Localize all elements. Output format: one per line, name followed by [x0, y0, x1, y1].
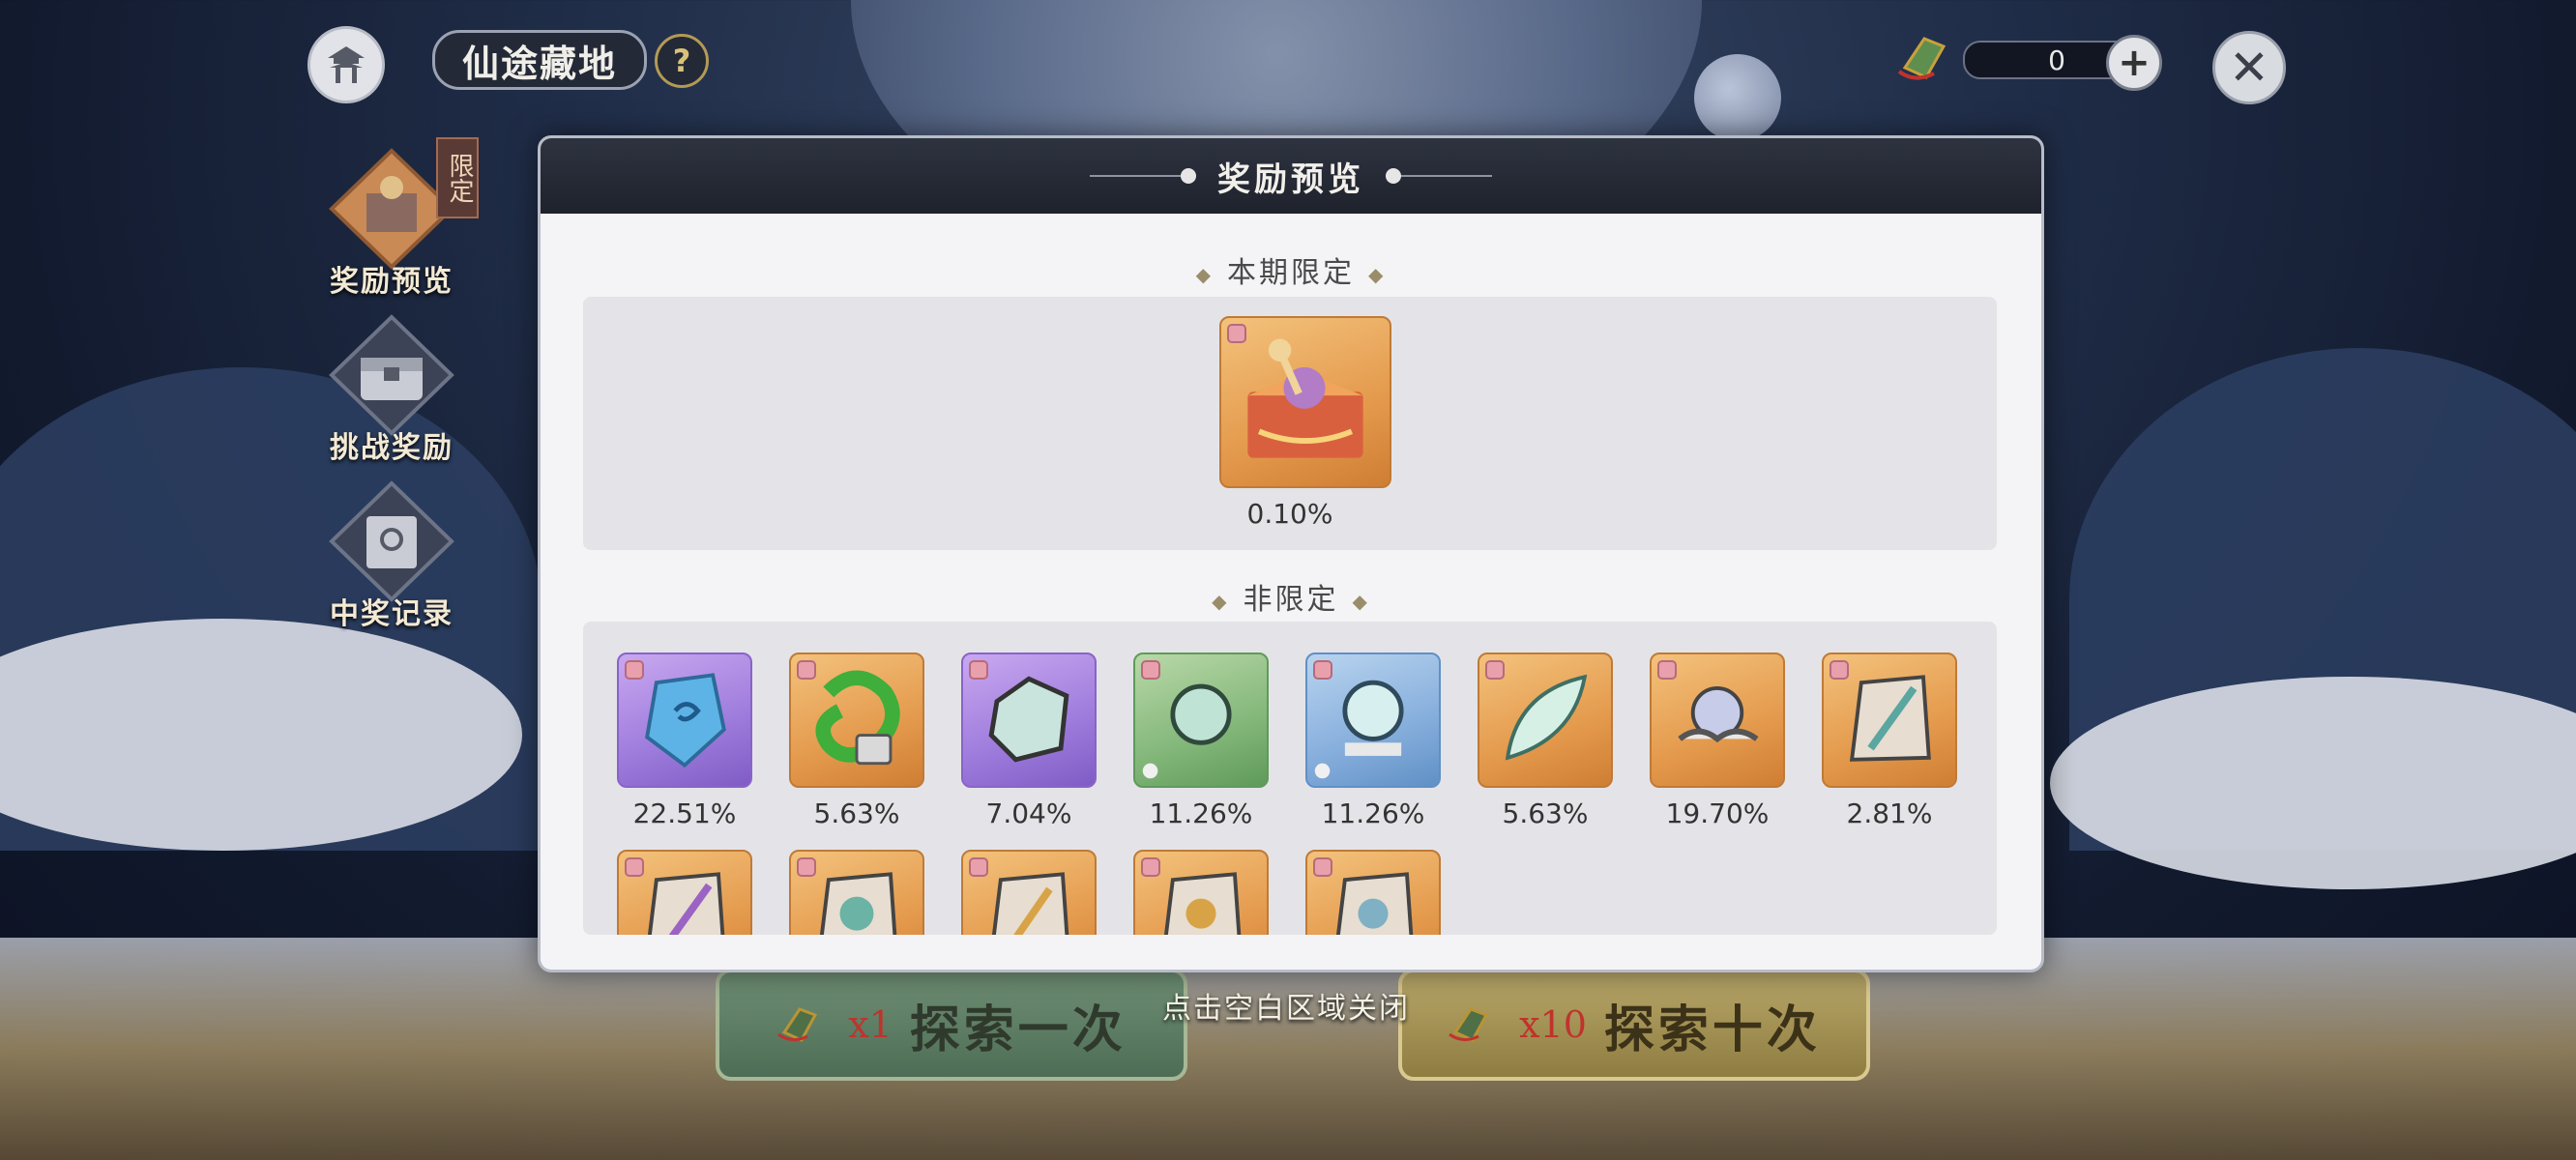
item-card — [617, 652, 752, 788]
reward-item[interactable] — [786, 850, 927, 935]
diamond-icon: ◆ — [1368, 262, 1387, 286]
spirit-stone-icon — [645, 673, 726, 768]
item-card — [1305, 850, 1441, 935]
chest-icon — [324, 311, 459, 437]
item-percent: 5.63% — [1502, 798, 1589, 829]
item-card — [1133, 652, 1269, 788]
sidebar-item-win-history[interactable]: 中奖记录 — [309, 478, 474, 632]
item-percent: 11.26% — [1321, 798, 1425, 829]
reward-item[interactable]: 22.51% — [614, 652, 755, 829]
jade-token-icon — [1897, 37, 1947, 80]
staff-fragment-icon — [647, 872, 725, 935]
limited-panel: 0.10% — [583, 297, 1997, 550]
blade-fragment-icon — [991, 872, 1069, 935]
item-card — [1133, 850, 1269, 935]
reward-item[interactable]: 2.81% — [1819, 652, 1960, 829]
reward-item[interactable]: 5.63% — [786, 652, 927, 829]
reward-item[interactable] — [958, 850, 1099, 935]
item-percent: 11.26% — [1149, 798, 1253, 829]
item-card — [961, 850, 1097, 935]
weapon-fragment-icon — [1849, 675, 1931, 762]
cloud-pearl-icon — [1678, 686, 1759, 743]
explore-once-button[interactable]: x1 探索一次 — [716, 969, 1187, 1081]
item-card — [617, 850, 752, 935]
jade-stone-icon — [988, 676, 1069, 763]
dragon-lock-icon — [815, 670, 900, 766]
item-card — [1650, 652, 1785, 788]
normal-section-label: 非限定 — [1243, 583, 1339, 617]
reward-item[interactable]: 11.26% — [1303, 652, 1444, 829]
reward-item[interactable] — [1130, 850, 1272, 935]
item-card — [789, 652, 924, 788]
item-card — [1822, 652, 1957, 788]
limited-tag: 限定 — [436, 137, 479, 218]
limited-section-title: ◆ 本期限定 ◆ — [541, 248, 2041, 291]
background-orb — [1694, 54, 1781, 141]
feather-icon — [1505, 674, 1588, 761]
item-percent: 22.51% — [632, 798, 737, 829]
treasure-box-icon — [1247, 338, 1363, 458]
item-percent: 5.63% — [813, 798, 900, 829]
diamond-icon: ◆ — [1195, 262, 1214, 286]
reward-item[interactable] — [1303, 850, 1444, 935]
explore-ten-button[interactable]: x10 探索十次 — [1398, 969, 1870, 1081]
item-percent: 2.81% — [1846, 798, 1933, 829]
modal-title: 奖励预览 — [1217, 160, 1364, 199]
reward-item[interactable] — [614, 850, 755, 935]
crystal-orb-icon — [1314, 680, 1404, 779]
item-card — [789, 850, 924, 935]
jade-token-icon — [1449, 1007, 1489, 1042]
item-card — [1478, 652, 1613, 788]
add-currency-button[interactable]: + — [2106, 35, 2162, 91]
relic-fragment-icon — [1163, 872, 1242, 935]
reward-item[interactable]: 5.63% — [1475, 652, 1616, 829]
reward-item[interactable]: 11.26% — [1130, 652, 1272, 829]
normal-section-title: ◆ 非限定 ◆ — [541, 575, 2041, 618]
limited-section-label: 本期限定 — [1227, 256, 1355, 290]
page-title: 仙途藏地 — [432, 30, 647, 90]
pavilion-icon — [328, 46, 365, 83]
explore-once-label: 探索一次 — [909, 1000, 1127, 1059]
item-card — [1305, 652, 1441, 788]
header-ornament-right — [1386, 168, 1492, 184]
close-button[interactable]: ✕ — [2212, 31, 2286, 104]
jade-token-icon — [777, 1007, 818, 1042]
reward-item[interactable]: 19.70% — [1647, 652, 1788, 829]
diamond-icon: ◆ — [1352, 589, 1370, 613]
item-card — [1219, 316, 1391, 488]
item-percent: 0.10% — [1246, 498, 1333, 530]
explore-ten-cost: x10 — [1519, 1003, 1587, 1046]
home-button[interactable] — [307, 26, 385, 103]
explore-once-cost: x1 — [848, 1003, 893, 1046]
reward-item[interactable]: 7.04% — [958, 652, 1099, 829]
diamond-icon: ◆ — [1212, 589, 1230, 613]
close-hint: 点击空白区域关闭 — [1162, 992, 1410, 1026]
modal-header: 奖励预览 — [541, 138, 2041, 214]
item-percent: 19.70% — [1665, 798, 1770, 829]
scroll-icon — [324, 478, 459, 603]
item-card — [961, 652, 1097, 788]
sidebar-item-challenge-reward[interactable]: 挑战奖励 — [309, 311, 474, 466]
help-button[interactable]: ? — [655, 34, 709, 88]
reward-preview-modal: 奖励预览 ◆ 本期限定 ◆ 0.10% ◆ 非限定 ◆ 22.51% 5.63%… — [538, 135, 2044, 972]
reward-item-limited[interactable]: 0.10% — [1219, 316, 1391, 530]
item-percent: 7.04% — [985, 798, 1072, 829]
mask-fragment-icon — [1335, 872, 1414, 935]
spirit-orb-icon — [1142, 683, 1232, 779]
artifact-fragment-icon — [819, 872, 897, 935]
explore-ten-label: 探索十次 — [1603, 1000, 1821, 1059]
header-ornament-left — [1090, 168, 1196, 184]
normal-panel: 22.51% 5.63% 7.04% 11.26% 11.26% 5.63% 19.70% 2… — [583, 622, 1997, 935]
